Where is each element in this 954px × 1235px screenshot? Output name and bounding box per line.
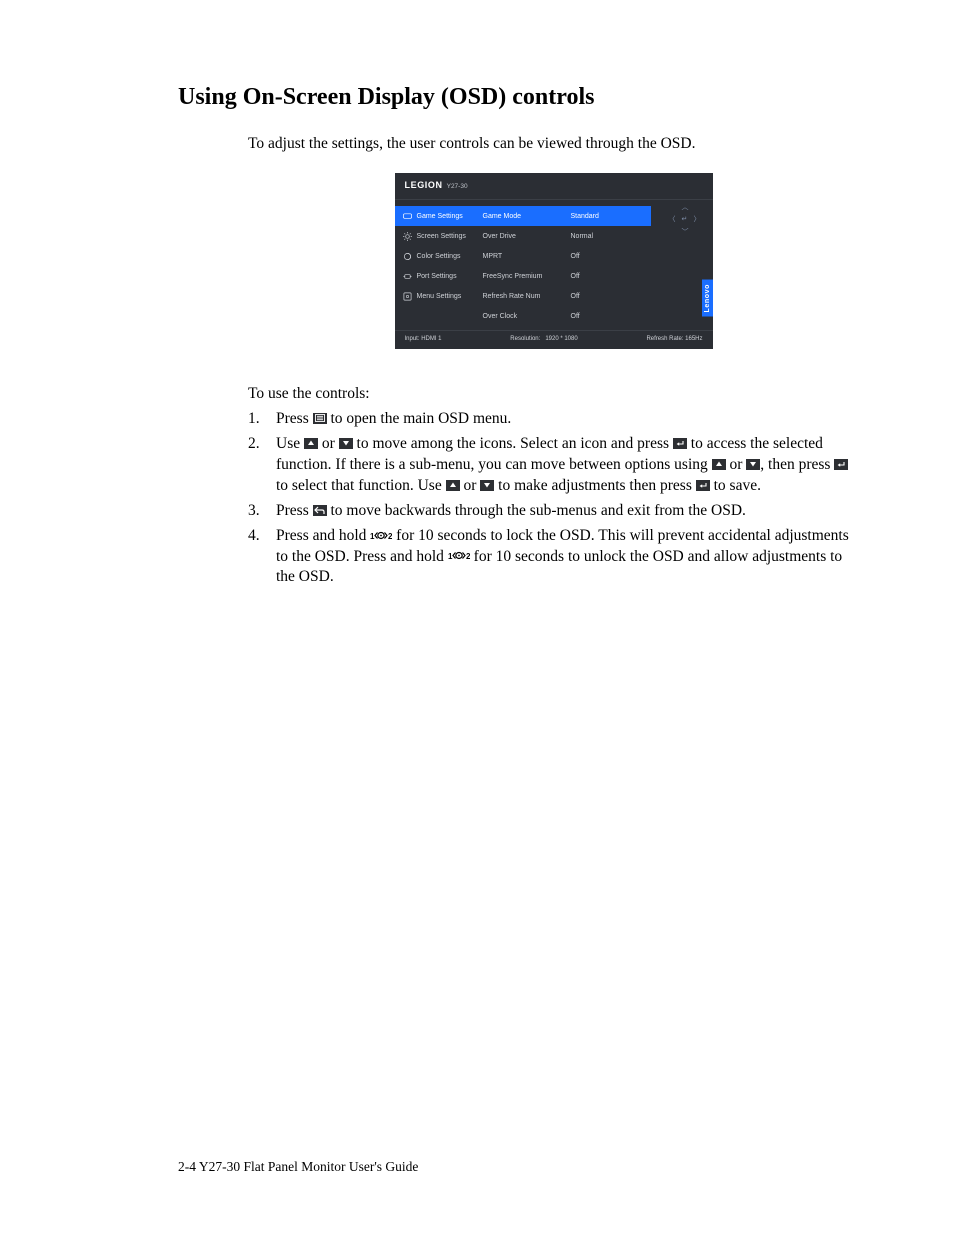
osd-item: MPRT	[475, 246, 563, 266]
osd-value: Standard	[563, 206, 651, 226]
enter-icon	[696, 480, 710, 491]
chevron-down-icon: ﹀	[682, 229, 689, 236]
svg-text:1: 1	[448, 552, 453, 561]
intro-text: To adjust the settings, the user control…	[248, 135, 859, 153]
osd-item-column: Game Mode Over Drive MPRT FreeSync Premi…	[475, 200, 563, 330]
lead-text: To use the controls:	[248, 385, 859, 403]
osd-sidebar-item: Game Settings	[395, 206, 475, 226]
page-footer: 2-4 Y27-30 Flat Panel Monitor User's Gui…	[178, 1159, 418, 1175]
step-number: 4.	[248, 526, 276, 589]
lenovo-badge: Lenovo	[702, 280, 713, 317]
step-body: Press and hold 12 for 10 seconds to lock…	[276, 526, 859, 589]
up-arrow-icon	[446, 480, 460, 491]
back-icon	[313, 505, 327, 516]
osd-value: Normal	[563, 226, 651, 246]
key-hold-icon: 12	[448, 550, 470, 561]
osd-sidebar-item: Screen Settings	[395, 226, 475, 246]
page-title: Using On-Screen Display (OSD) controls	[178, 84, 859, 111]
osd-value: Off	[563, 306, 651, 326]
svg-text:1: 1	[370, 532, 375, 541]
osd-brand: LEGION	[405, 180, 443, 190]
brightness-icon	[403, 232, 412, 241]
osd-sidebar-label: Game Settings	[417, 213, 463, 220]
enter-glyph-icon: ↵	[682, 216, 688, 223]
enter-icon	[834, 459, 848, 470]
step-number: 1.	[248, 409, 276, 430]
svg-text:2: 2	[466, 552, 470, 561]
down-arrow-icon	[480, 480, 494, 491]
chevron-right-icon: 〉	[694, 216, 701, 223]
osd-item: Refresh Rate Num	[475, 286, 563, 306]
osd-sidebar-label: Screen Settings	[417, 233, 466, 240]
down-arrow-icon	[746, 459, 760, 470]
osd-sidebar-item: Color Settings	[395, 246, 475, 266]
osd-value-column: Standard Normal Off Off Off Off	[563, 200, 651, 330]
osd-item: FreeSync Premium	[475, 266, 563, 286]
svg-text:2: 2	[388, 532, 392, 541]
enter-icon	[673, 438, 687, 449]
osd-sidebar: Game Settings Screen Settings Color Sett…	[395, 200, 475, 330]
down-arrow-icon	[339, 438, 353, 449]
up-arrow-icon	[304, 438, 318, 449]
osd-figure: LEGION Y27-30 Game Settings Screen Setti…	[395, 173, 713, 349]
chevron-left-icon: 〈	[669, 216, 676, 223]
osd-header: LEGION Y27-30	[395, 173, 713, 200]
color-icon	[403, 252, 412, 261]
step-number: 2.	[248, 434, 276, 497]
key-hold-icon: 12	[370, 530, 392, 541]
osd-value: Off	[563, 266, 651, 286]
chevron-up-icon: ︿	[682, 204, 689, 211]
osd-sidebar-item: Port Settings	[395, 266, 475, 286]
step-body: Use or to move among the icons. Select a…	[276, 434, 859, 497]
osd-item: Game Mode	[475, 206, 563, 226]
game-icon	[403, 212, 412, 221]
instruction-list: 1. Press to open the main OSD menu. 2. U…	[248, 409, 859, 588]
osd-sidebar-item: Menu Settings	[395, 286, 475, 306]
menu-settings-icon	[403, 292, 412, 301]
osd-sidebar-label: Menu Settings	[417, 293, 462, 300]
up-arrow-icon	[712, 459, 726, 470]
osd-sidebar-label: Port Settings	[417, 273, 457, 280]
port-icon	[403, 272, 412, 281]
osd-sidebar-label: Color Settings	[417, 253, 461, 260]
step-body: Press to move backwards through the sub-…	[276, 501, 859, 522]
osd-footer: Input: HDMI 1 Resolution: 1920 * 1080 Re…	[395, 330, 713, 345]
osd-dpad: ︿ ﹀ 〈 〉 ↵	[671, 206, 699, 234]
step-number: 3.	[248, 501, 276, 522]
osd-model: Y27-30	[447, 183, 468, 190]
menu-icon	[313, 413, 327, 424]
step-body: Press to open the main OSD menu.	[276, 409, 859, 430]
osd-item: Over Drive	[475, 226, 563, 246]
osd-value: Off	[563, 286, 651, 306]
osd-value: Off	[563, 246, 651, 266]
osd-item: Over Clock	[475, 306, 563, 326]
